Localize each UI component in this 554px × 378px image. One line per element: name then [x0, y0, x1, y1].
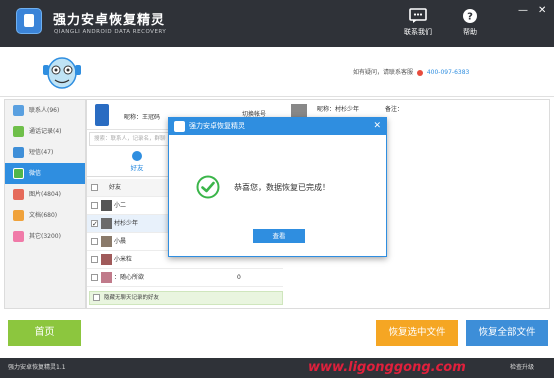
view-button[interactable]: 查看: [253, 229, 305, 243]
dialog-message: 恭喜您，数据恢复已完成！: [234, 183, 330, 192]
dialog-header: 强力安卓恢复精灵 ✕: [169, 118, 386, 135]
dialog-title: 强力安卓恢复精灵: [189, 122, 245, 130]
check-circle-icon: [196, 175, 220, 199]
app-logo-icon: [174, 121, 185, 132]
dialog-close-button[interactable]: ✕: [373, 118, 381, 135]
recovery-complete-dialog: 强力安卓恢复精灵 ✕ 恭喜您，数据恢复已完成！ 查看: [168, 117, 387, 257]
modal-overlay: 强力安卓恢复精灵 ✕ 恭喜您，数据恢复已完成！ 查看: [0, 0, 554, 378]
